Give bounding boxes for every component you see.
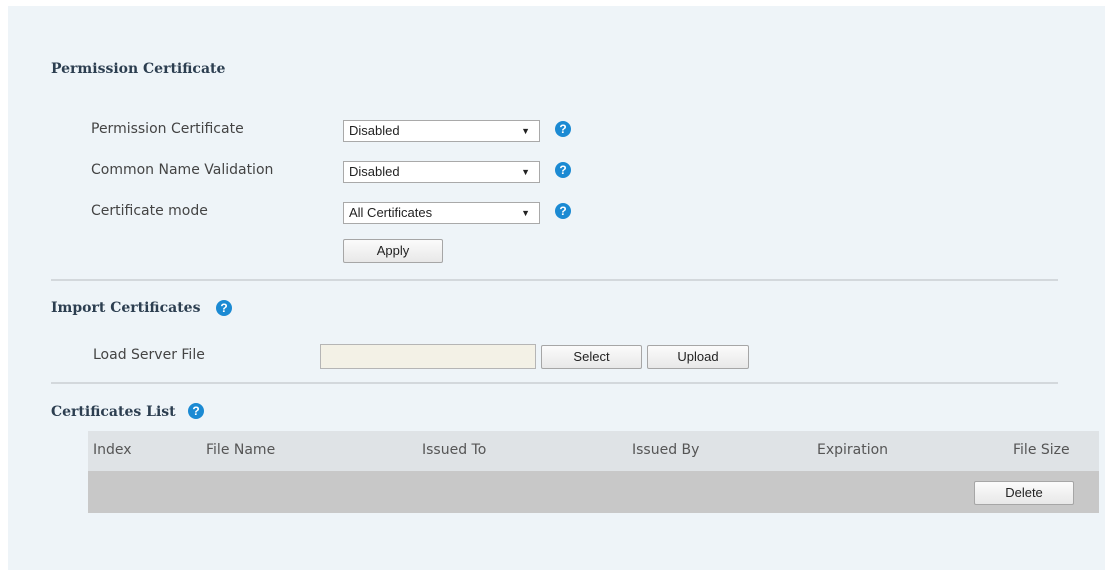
column-header-file-name: File Name — [206, 442, 276, 458]
table-row: Delete — [88, 471, 1099, 513]
certificate-mode-select[interactable]: All Certificates ▼ — [343, 202, 540, 224]
server-file-input[interactable] — [320, 344, 536, 369]
permission-certificate-value: Disabled — [349, 123, 400, 138]
delete-button[interactable]: Delete — [974, 481, 1074, 505]
section-divider — [51, 279, 1058, 281]
column-header-expiration: Expiration — [817, 442, 889, 458]
import-certificates-title: Import Certificates — [51, 300, 201, 316]
section-divider — [51, 382, 1058, 384]
common-name-validation-label: Common Name Validation — [91, 162, 274, 178]
permission-certificate-select[interactable]: Disabled ▼ — [343, 120, 540, 142]
select-button[interactable]: Select — [541, 345, 642, 369]
permission-certificate-label: Permission Certificate — [91, 121, 244, 137]
certificates-list-title: Certificates List — [51, 404, 176, 420]
question-circle-icon[interactable]: ? — [188, 403, 204, 419]
column-header-issued-by: Issued By — [632, 442, 700, 458]
load-server-file-label: Load Server File — [93, 347, 205, 363]
upload-button[interactable]: Upload — [647, 345, 749, 369]
question-circle-icon[interactable]: ? — [555, 203, 571, 219]
triangle-down-icon: ▼ — [521, 208, 530, 218]
apply-button[interactable]: Apply — [343, 239, 443, 263]
common-name-validation-value: Disabled — [349, 164, 400, 179]
question-circle-icon[interactable]: ? — [555, 162, 571, 178]
column-header-file-size: File Size — [1013, 442, 1070, 458]
permission-certificate-title: Permission Certificate — [51, 61, 226, 77]
certificates-table-header: Index File Name Issued To Issued By Expi… — [88, 431, 1099, 471]
column-header-index: Index — [93, 442, 132, 458]
certificate-mode-label: Certificate mode — [91, 203, 208, 219]
column-header-issued-to: Issued To — [422, 442, 487, 458]
triangle-down-icon: ▼ — [521, 167, 530, 177]
triangle-down-icon: ▼ — [521, 126, 530, 136]
certificate-mode-value: All Certificates — [349, 205, 433, 220]
question-circle-icon[interactable]: ? — [555, 121, 571, 137]
common-name-validation-select[interactable]: Disabled ▼ — [343, 161, 540, 183]
question-circle-icon[interactable]: ? — [216, 300, 232, 316]
